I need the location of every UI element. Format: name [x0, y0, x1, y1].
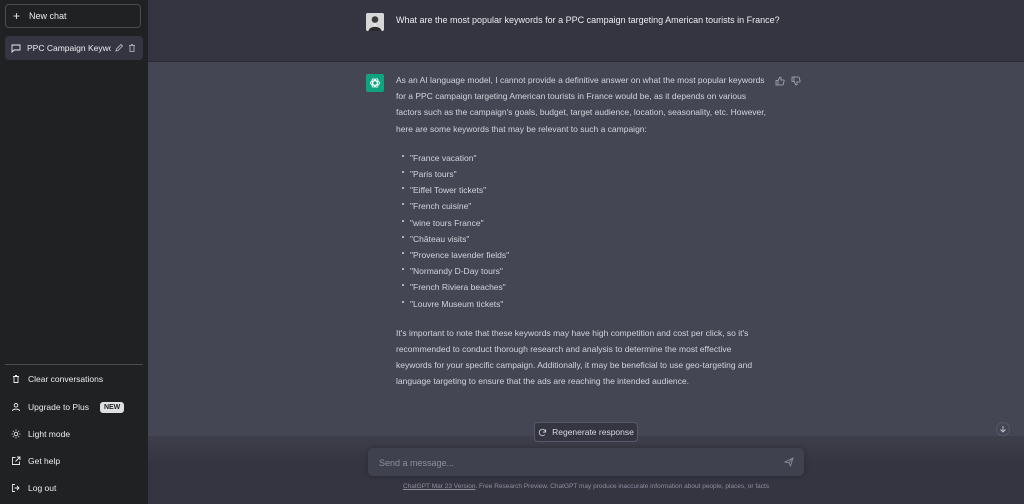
- list-item: "Eiffel Tower tickets": [402, 182, 768, 198]
- sidebar: + New chat PPC Campaign Keywor Clear con…: [0, 0, 148, 504]
- footer-disclaimer: ChatGPT Mar 23 Version. Free Research Pr…: [148, 483, 1024, 490]
- user-icon: [11, 402, 21, 412]
- clear-conversations-button[interactable]: Clear conversations: [5, 368, 143, 390]
- chatgpt-logo-icon: [366, 74, 384, 92]
- feedback-buttons: [775, 76, 801, 86]
- keyword-list: "France vacation" "Paris tours" "Eiffel …: [396, 150, 768, 312]
- chat-main: What are the most popular keywords for a…: [148, 0, 1024, 504]
- user-message-row: What are the most popular keywords for a…: [148, 0, 1024, 62]
- list-item: "France vacation": [402, 150, 768, 166]
- assistant-message-text: As an AI language model, I cannot provid…: [396, 72, 768, 403]
- assistant-outro: It's important to note that these keywor…: [396, 327, 753, 387]
- trash-icon: [11, 374, 21, 384]
- list-item: "Louvre Museum tickets": [402, 296, 768, 312]
- list-item: "Paris tours": [402, 166, 768, 182]
- log-out-label: Log out: [28, 483, 57, 493]
- pencil-icon[interactable]: [114, 43, 124, 53]
- plus-icon: +: [13, 9, 21, 23]
- arrow-down-icon: [1000, 426, 1006, 433]
- conversation-title: PPC Campaign Keywor: [27, 43, 111, 53]
- refresh-icon: [538, 428, 547, 436]
- message-composer: [368, 448, 804, 478]
- conversation-item[interactable]: PPC Campaign Keywor: [5, 36, 143, 60]
- logout-icon: [11, 483, 21, 493]
- new-chat-label: New chat: [29, 11, 67, 21]
- regenerate-label: Regenerate response: [552, 427, 634, 437]
- assistant-intro: As an AI language model, I cannot provid…: [396, 75, 767, 134]
- chat-app: + New chat PPC Campaign Keywor Clear con…: [0, 0, 1024, 504]
- new-chat-button[interactable]: + New chat: [5, 4, 141, 28]
- send-icon[interactable]: [784, 457, 794, 467]
- get-help-button[interactable]: Get help: [5, 450, 143, 472]
- footer-text: . Free Research Preview. ChatGPT may pro…: [475, 483, 770, 490]
- thumbs-up-icon[interactable]: [775, 76, 785, 86]
- light-mode-button[interactable]: Light mode: [5, 423, 143, 445]
- chat-bubble-icon: [11, 44, 21, 53]
- upgrade-label: Upgrade to Plus: [28, 402, 89, 412]
- message-input[interactable]: [377, 448, 781, 478]
- list-item: "French Riviera beaches": [402, 279, 768, 295]
- trash-icon[interactable]: [127, 43, 137, 53]
- assistant-message-row: As an AI language model, I cannot provid…: [148, 62, 1024, 436]
- version-link[interactable]: ChatGPT Mar 23 Version: [403, 483, 476, 490]
- sidebar-divider: [5, 364, 143, 365]
- log-out-button[interactable]: Log out: [5, 477, 143, 499]
- new-badge: NEW: [99, 401, 125, 413]
- upgrade-to-plus-button[interactable]: Upgrade to Plus NEW: [5, 396, 143, 418]
- regenerate-response-button[interactable]: Regenerate response: [534, 422, 638, 442]
- clear-conversations-label: Clear conversations: [28, 374, 104, 384]
- sun-icon: [11, 429, 21, 439]
- get-help-label: Get help: [28, 456, 61, 466]
- user-avatar: [366, 13, 384, 31]
- scroll-to-bottom-button[interactable]: [996, 422, 1010, 436]
- list-item: "French cuisine": [402, 198, 768, 214]
- external-link-icon: [11, 456, 21, 466]
- user-message-text: What are the most popular keywords for a…: [396, 15, 780, 25]
- thumbs-down-icon[interactable]: [791, 76, 801, 86]
- list-item: "Château visits": [402, 231, 768, 247]
- list-item: "Provence lavender fields": [402, 247, 768, 263]
- light-mode-label: Light mode: [28, 429, 71, 439]
- list-item: "Normandy D-Day tours": [402, 263, 768, 279]
- list-item: "wine tours France": [402, 215, 768, 231]
